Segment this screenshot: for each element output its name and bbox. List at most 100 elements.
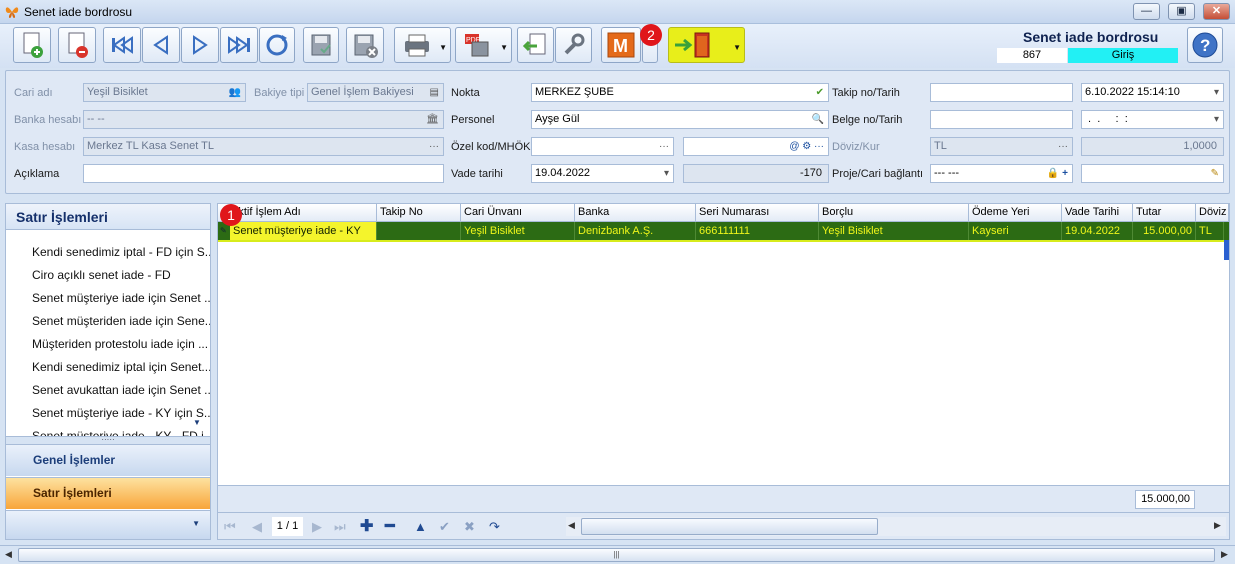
doviz-field[interactable]: TL ··· bbox=[930, 137, 1073, 156]
bakiye-tipi-field[interactable]: Genel İşlem Bakiyesi ▤ bbox=[307, 83, 444, 102]
ellipsis-icon[interactable]: ··· bbox=[1058, 138, 1068, 155]
grid-vertical-scrollbar[interactable] bbox=[1224, 240, 1229, 260]
lock-icon[interactable]: 🔒 + bbox=[1047, 165, 1068, 182]
nav-overflow[interactable]: ▼ bbox=[6, 510, 210, 539]
chevron-down-icon[interactable]: ▾ bbox=[1214, 111, 1219, 128]
users-icon[interactable]: 👥 bbox=[229, 84, 241, 101]
col-banka[interactable]: Banka bbox=[575, 204, 696, 222]
grid-horizontal-scrollbar[interactable]: ◀ ▶ bbox=[566, 517, 1226, 536]
print-dropdown-icon[interactable]: ▼ bbox=[439, 43, 447, 52]
delete-row-icon[interactable]: ━ bbox=[385, 516, 395, 536]
side-item[interactable]: Müşteriden protestolu iade için ... bbox=[32, 337, 210, 351]
previous-record-button[interactable] bbox=[142, 27, 180, 63]
takip-no-field[interactable] bbox=[930, 83, 1073, 102]
pdf-save-button[interactable]: PDF ▼ bbox=[455, 27, 512, 63]
scroll-down-icon[interactable]: ▼ bbox=[193, 418, 201, 427]
pdf-dropdown-icon[interactable]: ▼ bbox=[500, 43, 508, 52]
next-record-button[interactable] bbox=[181, 27, 219, 63]
chevron-down-icon[interactable]: ▼ bbox=[192, 519, 200, 528]
maximize-button[interactable]: ▣ bbox=[1168, 3, 1195, 20]
col-takip-no[interactable]: Takip No bbox=[377, 204, 461, 222]
cell-seri-numarasi[interactable]: 666111111 bbox=[696, 222, 819, 240]
scroll-right-icon[interactable]: ▶ bbox=[1221, 549, 1228, 560]
delete-document-button[interactable] bbox=[58, 27, 96, 63]
side-item[interactable]: Senet müşteriye iade - KY - FD i... bbox=[32, 429, 210, 436]
chevron-down-icon[interactable]: ▾ bbox=[664, 165, 669, 182]
side-item[interactable]: Kendi senedimiz iptal için Senet... bbox=[32, 360, 210, 374]
ellipsis-icon[interactable]: ··· bbox=[659, 138, 669, 155]
cancel-icon[interactable]: ✖ bbox=[464, 519, 475, 535]
refresh-button[interactable] bbox=[259, 27, 295, 63]
cell-takip-no[interactable] bbox=[377, 222, 461, 240]
move-up-icon[interactable]: ▲ bbox=[414, 519, 427, 534]
last-record-button[interactable] bbox=[220, 27, 258, 63]
col-odeme-yeri[interactable]: Ödeme Yeri bbox=[969, 204, 1062, 222]
add-row-icon[interactable]: ✚ bbox=[360, 516, 373, 536]
side-item[interactable]: Ciro açıklı senet iade - FD bbox=[32, 268, 210, 282]
import-button[interactable] bbox=[517, 27, 554, 63]
chevron-down-icon[interactable]: ▾ bbox=[1214, 84, 1219, 101]
cell-odeme-yeri[interactable]: Kayseri bbox=[969, 222, 1062, 240]
nokta-field[interactable]: MERKEZ ŞUBE ✔ bbox=[531, 83, 829, 102]
previous-page-icon[interactable]: ◀ bbox=[252, 519, 262, 535]
side-item[interactable]: Senet avukattan iade için Senet ... bbox=[32, 383, 210, 397]
col-tutar[interactable]: Tutar bbox=[1133, 204, 1196, 222]
first-record-button[interactable] bbox=[103, 27, 141, 63]
belge-no-field[interactable] bbox=[930, 110, 1073, 129]
col-borclu[interactable]: Borçlu bbox=[819, 204, 969, 222]
scroll-left-icon[interactable]: ◀ bbox=[5, 549, 12, 560]
col-vade-tarihi[interactable]: Vade Tarihi bbox=[1062, 204, 1133, 222]
list-icon[interactable]: ▤ bbox=[430, 84, 439, 101]
eraser-icon[interactable]: ✎ bbox=[1211, 165, 1219, 182]
ozel-kod-field[interactable]: ··· bbox=[531, 137, 674, 156]
help-button[interactable]: ? bbox=[1187, 27, 1223, 63]
aciklama-field[interactable] bbox=[83, 164, 444, 183]
next-page-icon[interactable]: ▶ bbox=[312, 519, 322, 535]
cell-doviz[interactable]: TL bbox=[1196, 222, 1224, 240]
save-button[interactable] bbox=[303, 27, 339, 63]
takip-tarih-field[interactable]: 6.10.2022 15:14:10 ▾ bbox=[1081, 83, 1224, 102]
scroll-track[interactable]: ||| bbox=[18, 548, 1215, 562]
new-document-button[interactable] bbox=[13, 27, 51, 63]
cell-cari-unvani[interactable]: Yeşil Bisiklet bbox=[461, 222, 575, 240]
col-doviz[interactable]: Döviz bbox=[1196, 204, 1229, 222]
belge-tarih-field[interactable]: . . : : ▾ bbox=[1081, 110, 1224, 129]
banka-field[interactable]: -- -- 🏛 bbox=[83, 110, 444, 129]
mhok-field[interactable]: @ ⚙ ··· bbox=[683, 137, 829, 156]
cell-borclu[interactable]: Yeşil Bisiklet bbox=[819, 222, 969, 240]
personel-field[interactable]: Ayşe Gül 🔍 bbox=[531, 110, 829, 129]
cell-tutar[interactable]: 15.000,00 bbox=[1133, 222, 1196, 240]
undo-icon[interactable]: ↷ bbox=[489, 519, 500, 535]
side-item[interactable]: Kendi senedimiz iptal - FD için S... bbox=[32, 245, 210, 259]
proje-cari-field[interactable]: ✎ bbox=[1081, 164, 1224, 183]
nav-genel-islemler[interactable]: Genel İşlemler bbox=[6, 444, 210, 476]
col-cari-unvani[interactable]: Cari Ünvanı bbox=[461, 204, 575, 222]
kasa-field[interactable]: Merkez TL Kasa Senet TL ··· bbox=[83, 137, 444, 156]
side-item[interactable]: Senet müşteriye iade için Senet ... bbox=[32, 291, 210, 305]
proje-field[interactable]: --- --- 🔒 + bbox=[930, 164, 1073, 183]
cell-vade-tarihi[interactable]: 19.04.2022 bbox=[1062, 222, 1133, 240]
scroll-left-icon[interactable]: ◀ bbox=[568, 520, 575, 531]
exit-dropdown-icon[interactable]: ▼ bbox=[733, 43, 741, 52]
print-button[interactable]: ▼ bbox=[394, 27, 451, 63]
exit-button[interactable]: ▼ bbox=[668, 27, 745, 63]
check-icon[interactable]: ✔ bbox=[816, 84, 824, 101]
cell-banka[interactable]: Denizbank A.Ş. bbox=[575, 222, 696, 240]
cell-aktif-islem[interactable]: Senet müşteriye iade - KY bbox=[230, 222, 377, 240]
scroll-right-icon[interactable]: ▶ bbox=[1214, 520, 1221, 531]
confirm-icon[interactable]: ✔ bbox=[439, 519, 450, 535]
side-item[interactable]: Senet müşteriden iade için Sene... bbox=[32, 314, 210, 328]
table-row[interactable]: ✎ Senet müşteriye iade - KY Yeşil Bisikl… bbox=[218, 222, 1229, 260]
plus-icon[interactable]: + bbox=[1062, 168, 1068, 179]
cancel-save-button[interactable] bbox=[346, 27, 384, 63]
minimize-button[interactable]: — bbox=[1133, 3, 1160, 20]
settings-button[interactable] bbox=[555, 27, 592, 63]
email-icon[interactable]: @ ⚙ ··· bbox=[789, 138, 824, 155]
bank-icon[interactable]: 🏛 bbox=[426, 111, 439, 128]
close-button[interactable]: ✕ bbox=[1203, 3, 1230, 20]
col-seri-numarasi[interactable]: Seri Numarası bbox=[696, 204, 819, 222]
cari-adi-field[interactable]: Yeşil Bisiklet 👥 bbox=[83, 83, 246, 102]
last-page-icon[interactable]: ⏭ bbox=[334, 519, 346, 535]
nav-satir-islemleri[interactable]: Satır İşlemleri bbox=[6, 477, 210, 509]
first-page-icon[interactable]: ⏮ bbox=[224, 519, 236, 535]
